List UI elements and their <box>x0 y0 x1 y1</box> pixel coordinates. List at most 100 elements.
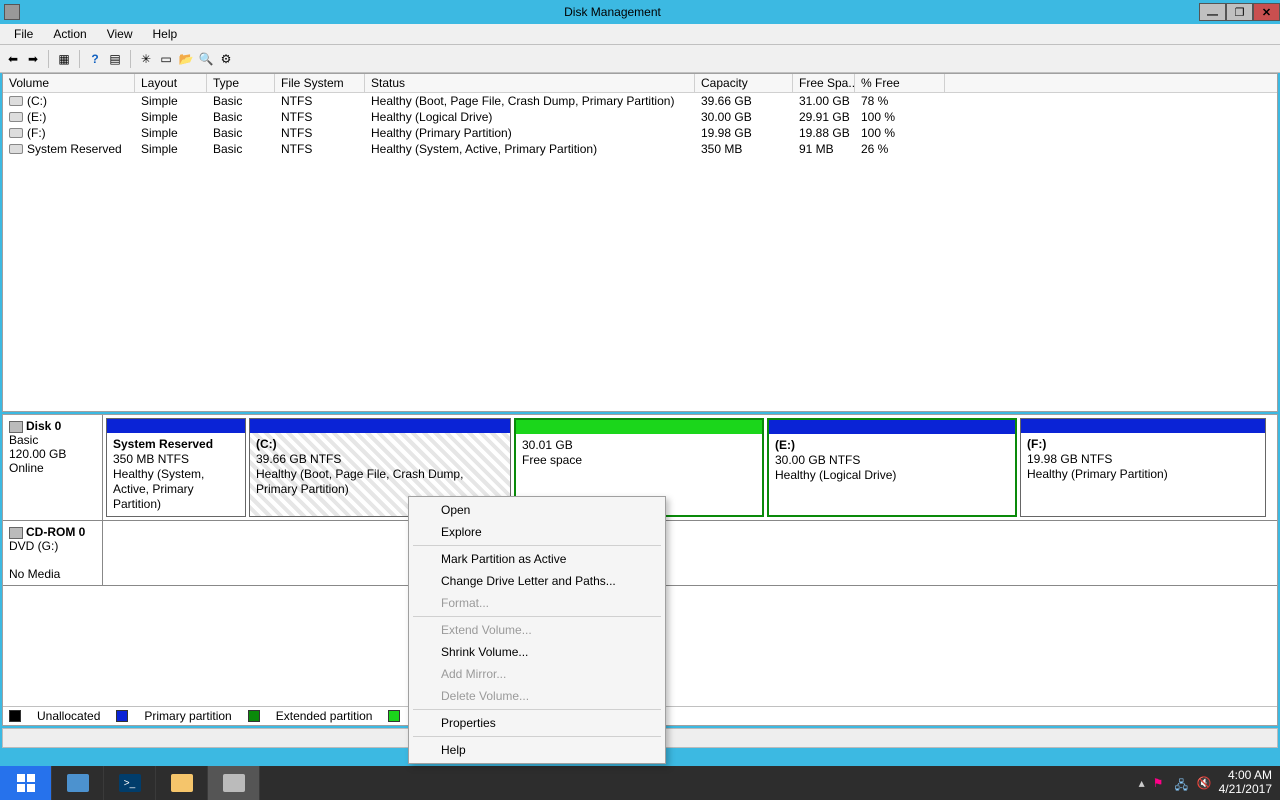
ctx-extend-volume: Extend Volume... <box>409 619 665 641</box>
format-icon[interactable]: ▭ <box>157 50 175 68</box>
disk0-type: Basic <box>9 433 96 447</box>
ctx-open[interactable]: Open <box>409 499 665 521</box>
window-maximize-button[interactable] <box>1226 3 1253 21</box>
help-icon[interactable]: ? <box>86 50 104 68</box>
taskbar-powershell[interactable]: >_ <box>104 766 156 800</box>
partition-block[interactable]: (F:)19.98 GB NTFSHealthy (Primary Partit… <box>1020 418 1266 517</box>
col-header-capacity[interactable]: Capacity <box>695 74 793 92</box>
tray-clock[interactable]: 4:00 AM 4/21/2017 <box>1219 769 1272 797</box>
col-header-pctfree[interactable]: % Free <box>855 74 945 92</box>
cdrom-partitions <box>103 521 1277 585</box>
menu-file[interactable]: File <box>4 25 43 43</box>
legend-swatch-primary <box>116 710 128 722</box>
tray-overflow-button[interactable] <box>1139 776 1145 790</box>
partition-block[interactable]: System Reserved350 MB NTFSHealthy (Syste… <box>106 418 246 517</box>
partition-details: (F:)19.98 GB NTFSHealthy (Primary Partit… <box>1021 433 1265 516</box>
partition-color-strip <box>769 420 1015 434</box>
legend-label-unallocated: Unallocated <box>37 709 100 723</box>
volume-row[interactable]: (E:)SimpleBasicNTFSHealthy (Logical Driv… <box>3 109 1277 125</box>
taskbar-file-explorer[interactable] <box>156 766 208 800</box>
menu-help[interactable]: Help <box>143 25 188 43</box>
system-tray: ⚑ 🖧 🔇 4:00 AM 4/21/2017 <box>1139 769 1280 797</box>
volume-list-body[interactable]: (C:)SimpleBasicNTFSHealthy (Boot, Page F… <box>3 93 1277 411</box>
col-header-status[interactable]: Status <box>365 74 695 92</box>
action-center-flag-icon[interactable]: ⚑ <box>1153 776 1167 790</box>
legend-label-extended: Extended partition <box>276 709 373 723</box>
disk-management-icon <box>223 774 245 792</box>
volume-row[interactable]: System ReservedSimpleBasicNTFSHealthy (S… <box>3 141 1277 157</box>
settings-icon[interactable]: ▤ <box>106 50 124 68</box>
taskbar: >_ ⚑ 🖧 🔇 4:00 AM 4/21/2017 <box>0 766 1280 800</box>
windows-logo-icon <box>17 774 35 792</box>
ctx-add-mirror: Add Mirror... <box>409 663 665 685</box>
ctx-help[interactable]: Help <box>409 739 665 761</box>
menu-action[interactable]: Action <box>43 25 96 43</box>
show-hide-console-tree-icon[interactable]: ▦ <box>55 50 73 68</box>
legend-swatch-free <box>388 710 400 722</box>
app-icon <box>4 4 20 20</box>
disk0-info[interactable]: Disk 0 Basic 120.00 GB Online <box>3 415 103 520</box>
partition-color-strip <box>250 419 510 433</box>
new-icon[interactable]: ✳ <box>137 50 155 68</box>
volume-icon <box>9 144 23 154</box>
col-header-volume[interactable]: Volume <box>3 74 135 92</box>
disk-icon <box>9 421 23 433</box>
server-manager-icon <box>67 774 89 792</box>
disk0-label: Disk 0 <box>26 419 61 433</box>
col-header-filesystem[interactable]: File System <box>275 74 365 92</box>
cdrom-icon <box>9 527 23 539</box>
col-header-free[interactable]: Free Spa... <box>793 74 855 92</box>
ctx-shrink-volume[interactable]: Shrink Volume... <box>409 641 665 663</box>
tray-date: 4/21/2017 <box>1219 783 1272 797</box>
ctx-properties[interactable]: Properties <box>409 712 665 734</box>
col-header-layout[interactable]: Layout <box>135 74 207 92</box>
powershell-icon: >_ <box>119 774 141 792</box>
volume-icon <box>9 112 23 122</box>
window-title: Disk Management <box>26 5 1199 19</box>
file-explorer-icon <box>171 774 193 792</box>
rescan-icon[interactable]: 🔍 <box>197 50 215 68</box>
disk0-size: 120.00 GB <box>9 447 96 461</box>
volume-icon <box>9 96 23 106</box>
taskbar-disk-management[interactable] <box>208 766 260 800</box>
partition-color-strip <box>516 420 762 434</box>
ctx-mark-active[interactable]: Mark Partition as Active <box>409 548 665 570</box>
legend-swatch-extended <box>248 710 260 722</box>
cdrom-label: CD-ROM 0 <box>26 525 85 539</box>
disk0-partitions: System Reserved350 MB NTFSHealthy (Syste… <box>103 415 1277 520</box>
legend-swatch-unallocated <box>9 710 21 722</box>
menu-bar: File Action View Help <box>0 24 1280 45</box>
ctx-explore[interactable]: Explore <box>409 521 665 543</box>
volume-row[interactable]: (F:)SimpleBasicNTFSHealthy (Primary Part… <box>3 125 1277 141</box>
cdrom-sub: DVD (G:) <box>9 539 96 553</box>
forward-icon[interactable]: ➡ <box>24 50 42 68</box>
toolbar: ⬅ ➡ ▦ ? ▤ ✳ ▭ 📂 🔍 ⚙ <box>0 45 1280 73</box>
window-close-button[interactable] <box>1253 3 1280 21</box>
legend-label-primary: Primary partition <box>144 709 231 723</box>
volume-row[interactable]: (C:)SimpleBasicNTFSHealthy (Boot, Page F… <box>3 93 1277 109</box>
ctx-change-letter[interactable]: Change Drive Letter and Paths... <box>409 570 665 592</box>
partition-color-strip <box>107 419 245 433</box>
volume-list-pane: Volume Layout Type File System Status Ca… <box>2 73 1278 412</box>
cdrom-status: No Media <box>9 567 96 581</box>
network-icon[interactable]: 🖧 <box>1175 776 1189 790</box>
properties-icon[interactable]: ⚙ <box>217 50 235 68</box>
partition-context-menu: Open Explore Mark Partition as Active Ch… <box>408 496 666 764</box>
partition-details: System Reserved350 MB NTFSHealthy (Syste… <box>107 433 245 516</box>
ctx-format: Format... <box>409 592 665 614</box>
start-button[interactable] <box>0 766 52 800</box>
back-icon[interactable]: ⬅ <box>4 50 22 68</box>
volume-list-header: Volume Layout Type File System Status Ca… <box>3 74 1277 93</box>
window-minimize-button[interactable] <box>1199 3 1226 21</box>
open-icon[interactable]: 📂 <box>177 50 195 68</box>
cdrom-info[interactable]: CD-ROM 0 DVD (G:) No Media <box>3 521 103 585</box>
taskbar-server-manager[interactable] <box>52 766 104 800</box>
ctx-delete-volume: Delete Volume... <box>409 685 665 707</box>
partition-block[interactable]: (E:)30.00 GB NTFSHealthy (Logical Drive) <box>767 418 1017 517</box>
col-header-type[interactable]: Type <box>207 74 275 92</box>
partition-color-strip <box>1021 419 1265 433</box>
window-titlebar: Disk Management <box>0 0 1280 24</box>
volume-icon[interactable]: 🔇 <box>1197 776 1211 790</box>
tray-time: 4:00 AM <box>1219 769 1272 783</box>
menu-view[interactable]: View <box>97 25 143 43</box>
